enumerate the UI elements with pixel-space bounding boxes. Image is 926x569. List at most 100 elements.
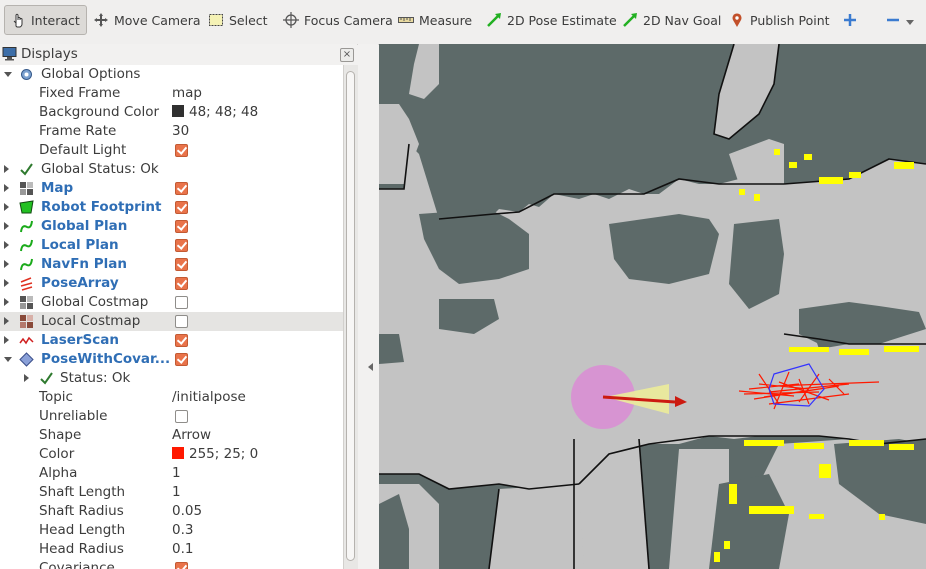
enable-checkbox[interactable] — [175, 258, 188, 271]
display-row-shape[interactable]: Shape Arrow — [0, 426, 343, 445]
display-row-laserscan[interactable]: LaserScan — [0, 331, 343, 350]
enable-checkbox[interactable] — [175, 201, 188, 214]
display-row-label: LaserScan — [41, 332, 120, 348]
display-row-value-text: /initialpose — [172, 389, 246, 405]
select-tool-button[interactable]: Select — [208, 5, 268, 35]
expand-right-icon[interactable] — [4, 298, 9, 306]
display-row-topic[interactable]: Topic/initialpose — [0, 388, 343, 407]
display-row-frame-rate[interactable]: Frame Rate 30 — [0, 122, 343, 141]
pose-estimate-tool-label: 2D Pose Estimate — [507, 12, 617, 28]
remove-tool-button[interactable] — [885, 5, 914, 35]
display-row-alpha[interactable]: Alpha 1 — [0, 464, 343, 483]
expand-right-icon[interactable] — [4, 336, 9, 344]
display-row-value[interactable]: 0.1 — [172, 541, 193, 557]
map-pin-icon — [729, 12, 745, 28]
display-row-value[interactable]: 1 — [172, 484, 181, 500]
check-icon — [39, 371, 54, 386]
nav-goal-tool-button[interactable]: 2D Nav Goal — [622, 5, 721, 35]
display-row-label: Shaft Length — [39, 484, 126, 500]
display-row-shaft-radius[interactable]: Shaft Radius 0.05 — [0, 502, 343, 521]
expand-down-icon[interactable] — [4, 72, 12, 77]
expand-right-icon[interactable] — [4, 222, 9, 230]
interact-tool-button[interactable]: Interact — [4, 5, 87, 35]
display-row-label: PoseArray — [41, 275, 119, 291]
displays-panel: Displays × Global Options Fixed Frame map B… — [0, 44, 358, 569]
display-row-status-ok[interactable]: Status: Ok — [0, 369, 343, 388]
display-row-value[interactable]: 0.05 — [172, 503, 202, 519]
display-row-value[interactable]: 30 — [172, 123, 189, 139]
enable-checkbox[interactable] — [175, 562, 188, 569]
enable-checkbox[interactable] — [175, 296, 188, 309]
expand-right-icon[interactable] — [4, 184, 9, 192]
move-camera-icon — [93, 12, 109, 28]
expand-right-icon[interactable] — [4, 317, 9, 325]
add-tool-button[interactable] — [842, 5, 858, 35]
display-row-robot-footprint[interactable]: Robot Footprint — [0, 198, 343, 217]
display-row-color[interactable]: Color 255; 25; 0 — [0, 445, 343, 464]
move-camera-tool-button[interactable]: Move Camera — [93, 5, 201, 35]
display-row-shaft-length[interactable]: Shaft Length 1 — [0, 483, 343, 502]
enable-checkbox[interactable] — [175, 315, 188, 328]
render-viewport[interactable] — [379, 44, 926, 569]
map-view[interactable] — [379, 44, 926, 569]
display-row-value[interactable]: 1 — [172, 465, 181, 481]
display-row-value[interactable]: Arrow — [172, 427, 211, 443]
display-row-background-color[interactable]: Background Color 48; 48; 48 — [0, 103, 343, 122]
display-row-head-length[interactable]: Head Length 0.3 — [0, 521, 343, 540]
display-row-value-text: 30 — [172, 123, 190, 139]
laser-scan-icon — [19, 333, 34, 348]
display-row-global-options[interactable]: Global Options — [0, 65, 343, 84]
enable-checkbox[interactable] — [175, 239, 188, 252]
displays-scrollbar[interactable] — [343, 65, 358, 569]
enable-checkbox[interactable] — [175, 182, 188, 195]
expand-right-icon[interactable] — [24, 374, 29, 382]
display-row-default-light[interactable]: Default Light — [0, 141, 343, 160]
scrollbar-thumb[interactable] — [346, 71, 355, 561]
enable-checkbox[interactable] — [175, 410, 188, 423]
display-row-label: NavFn Plan — [41, 256, 127, 272]
displays-tree: Global Options Fixed Frame map Background C… — [0, 65, 343, 569]
display-row-fixed-frame[interactable]: Fixed Frame map — [0, 84, 343, 103]
display-row-map[interactable]: Map — [0, 179, 343, 198]
enable-checkbox[interactable] — [175, 277, 188, 290]
focus-camera-tool-button[interactable]: Focus Camera — [283, 5, 393, 35]
display-row-label: Local Costmap — [41, 313, 141, 329]
display-row-global-plan[interactable]: Global Plan — [0, 217, 343, 236]
display-row-value-text: 48; 48; 48 — [189, 104, 259, 120]
display-row-posewithcovar[interactable]: PoseWithCovar... — [0, 350, 343, 369]
display-row-value[interactable]: /initialpose — [172, 389, 246, 405]
panel-splitter[interactable] — [358, 44, 378, 569]
display-row-value[interactable]: 48; 48; 48 — [172, 104, 258, 120]
measure-tool-button[interactable]: Measure — [398, 5, 472, 35]
enable-checkbox[interactable] — [175, 353, 188, 366]
pose-estimate-tool-button[interactable]: 2D Pose Estimate — [486, 5, 617, 35]
gear-icon — [19, 67, 34, 82]
expand-right-icon[interactable] — [4, 165, 9, 173]
display-row-posearray[interactable]: PoseArray — [0, 274, 343, 293]
expand-down-icon[interactable] — [4, 357, 12, 362]
display-row-local-costmap[interactable]: Local Costmap — [0, 312, 343, 331]
display-row-unreliable[interactable]: Unreliable — [0, 407, 343, 426]
expand-right-icon[interactable] — [4, 260, 9, 268]
display-row-local-plan[interactable]: Local Plan — [0, 236, 343, 255]
display-row-global-costmap[interactable]: Global Costmap — [0, 293, 343, 312]
close-icon[interactable]: × — [340, 48, 354, 62]
enable-checkbox[interactable] — [175, 220, 188, 233]
move-camera-tool-label: Move Camera — [114, 12, 201, 28]
expand-right-icon[interactable] — [4, 241, 9, 249]
path-icon — [19, 257, 34, 272]
enable-checkbox[interactable] — [175, 334, 188, 347]
display-row-global-status-ok[interactable]: Global Status: Ok — [0, 160, 343, 179]
display-row-navfn-plan[interactable]: NavFn Plan — [0, 255, 343, 274]
display-row-head-radius[interactable]: Head Radius 0.1 — [0, 540, 343, 559]
display-row-value[interactable]: 0.3 — [172, 522, 193, 538]
display-row-covariance[interactable]: Covariance — [0, 559, 343, 569]
enable-checkbox[interactable] — [175, 144, 188, 157]
display-row-value[interactable]: map — [172, 85, 202, 101]
collapse-arrow-icon[interactable] — [368, 363, 373, 371]
display-row-value-text: 1 — [172, 465, 181, 481]
display-row-value[interactable]: 255; 25; 0 — [172, 446, 258, 462]
publish-point-tool-button[interactable]: Publish Point — [729, 5, 830, 35]
expand-right-icon[interactable] — [4, 279, 9, 287]
expand-right-icon[interactable] — [4, 203, 9, 211]
